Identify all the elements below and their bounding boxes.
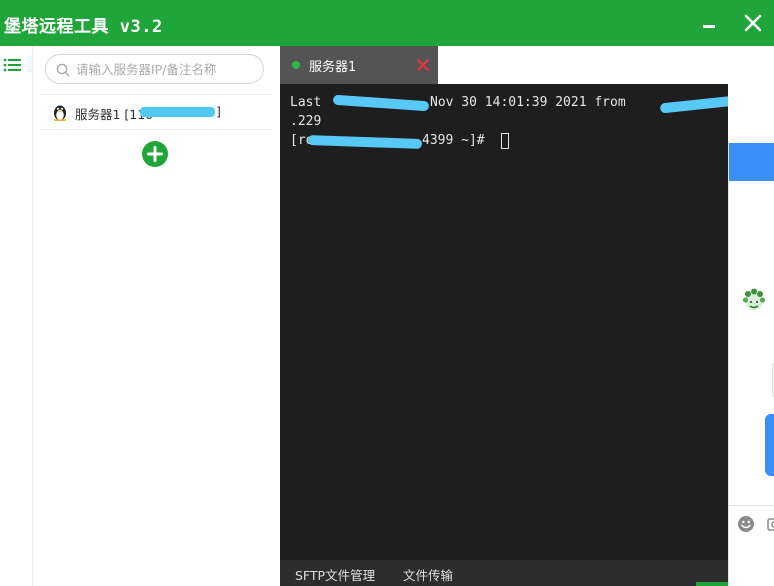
minimize-button[interactable] [690,0,730,46]
close-icon[interactable] [416,58,430,72]
chat-header[interactable] [729,143,774,181]
redacted-ip-mark [140,107,215,117]
emoji-icon[interactable] [737,515,755,533]
search-input[interactable] [76,59,256,79]
bottom-accent-mark [696,582,728,586]
server-list-item[interactable]: 服务器1 [110 ] [40,94,273,130]
close-icon [744,14,762,32]
terminal-line: Nov 30 14:01:39 2021 from [430,95,634,110]
redacted-scribble [332,94,430,112]
terminal-prompt: 4399 ~]# [422,133,493,148]
window-title: 堡塔远程工具 v3.2 [4,17,163,37]
redacted-scribble [659,94,728,114]
minimize-icon [703,25,715,28]
tab-label: 服务器1 [309,60,357,75]
terminal-output[interactable]: Last Nov 30 14:01:39 2021 from .229 [ro … [280,84,728,560]
connection-status-dot [292,61,300,69]
linux-penguin-icon [53,105,67,121]
search-box[interactable] [45,54,264,84]
redacted-scribble [307,135,423,149]
terminal-tab-bar: 服务器1 [280,46,774,84]
terminal-line: .229 [290,114,322,129]
chat-message-bubble [765,414,774,476]
chat-divider [729,505,774,506]
sftp-manager-button[interactable]: SFTP文件管理 [295,565,375,584]
server-name-suffix: ] [216,104,221,119]
file-transfer-button[interactable]: 文件传输 [403,565,453,584]
plus-icon [147,146,163,162]
close-button[interactable] [734,0,774,46]
terminal-line: Last [290,95,330,110]
terminal-cursor [501,133,509,149]
camera-icon[interactable] [767,516,774,532]
title-bar: 堡塔远程工具 v3.2 [0,0,774,46]
chat-widget[interactable] [728,143,774,586]
chat-avatar [740,286,768,314]
list-menu-icon[interactable] [3,57,21,73]
tab-server-1[interactable]: 服务器1 [280,46,438,84]
add-server-button[interactable] [142,141,168,167]
terminal-bottom-bar: SFTP文件管理 文件传输 [280,560,728,586]
left-icon-strip [0,46,33,586]
server-list-panel: 服务器1 [110 ] [33,46,280,586]
search-icon [56,63,70,77]
